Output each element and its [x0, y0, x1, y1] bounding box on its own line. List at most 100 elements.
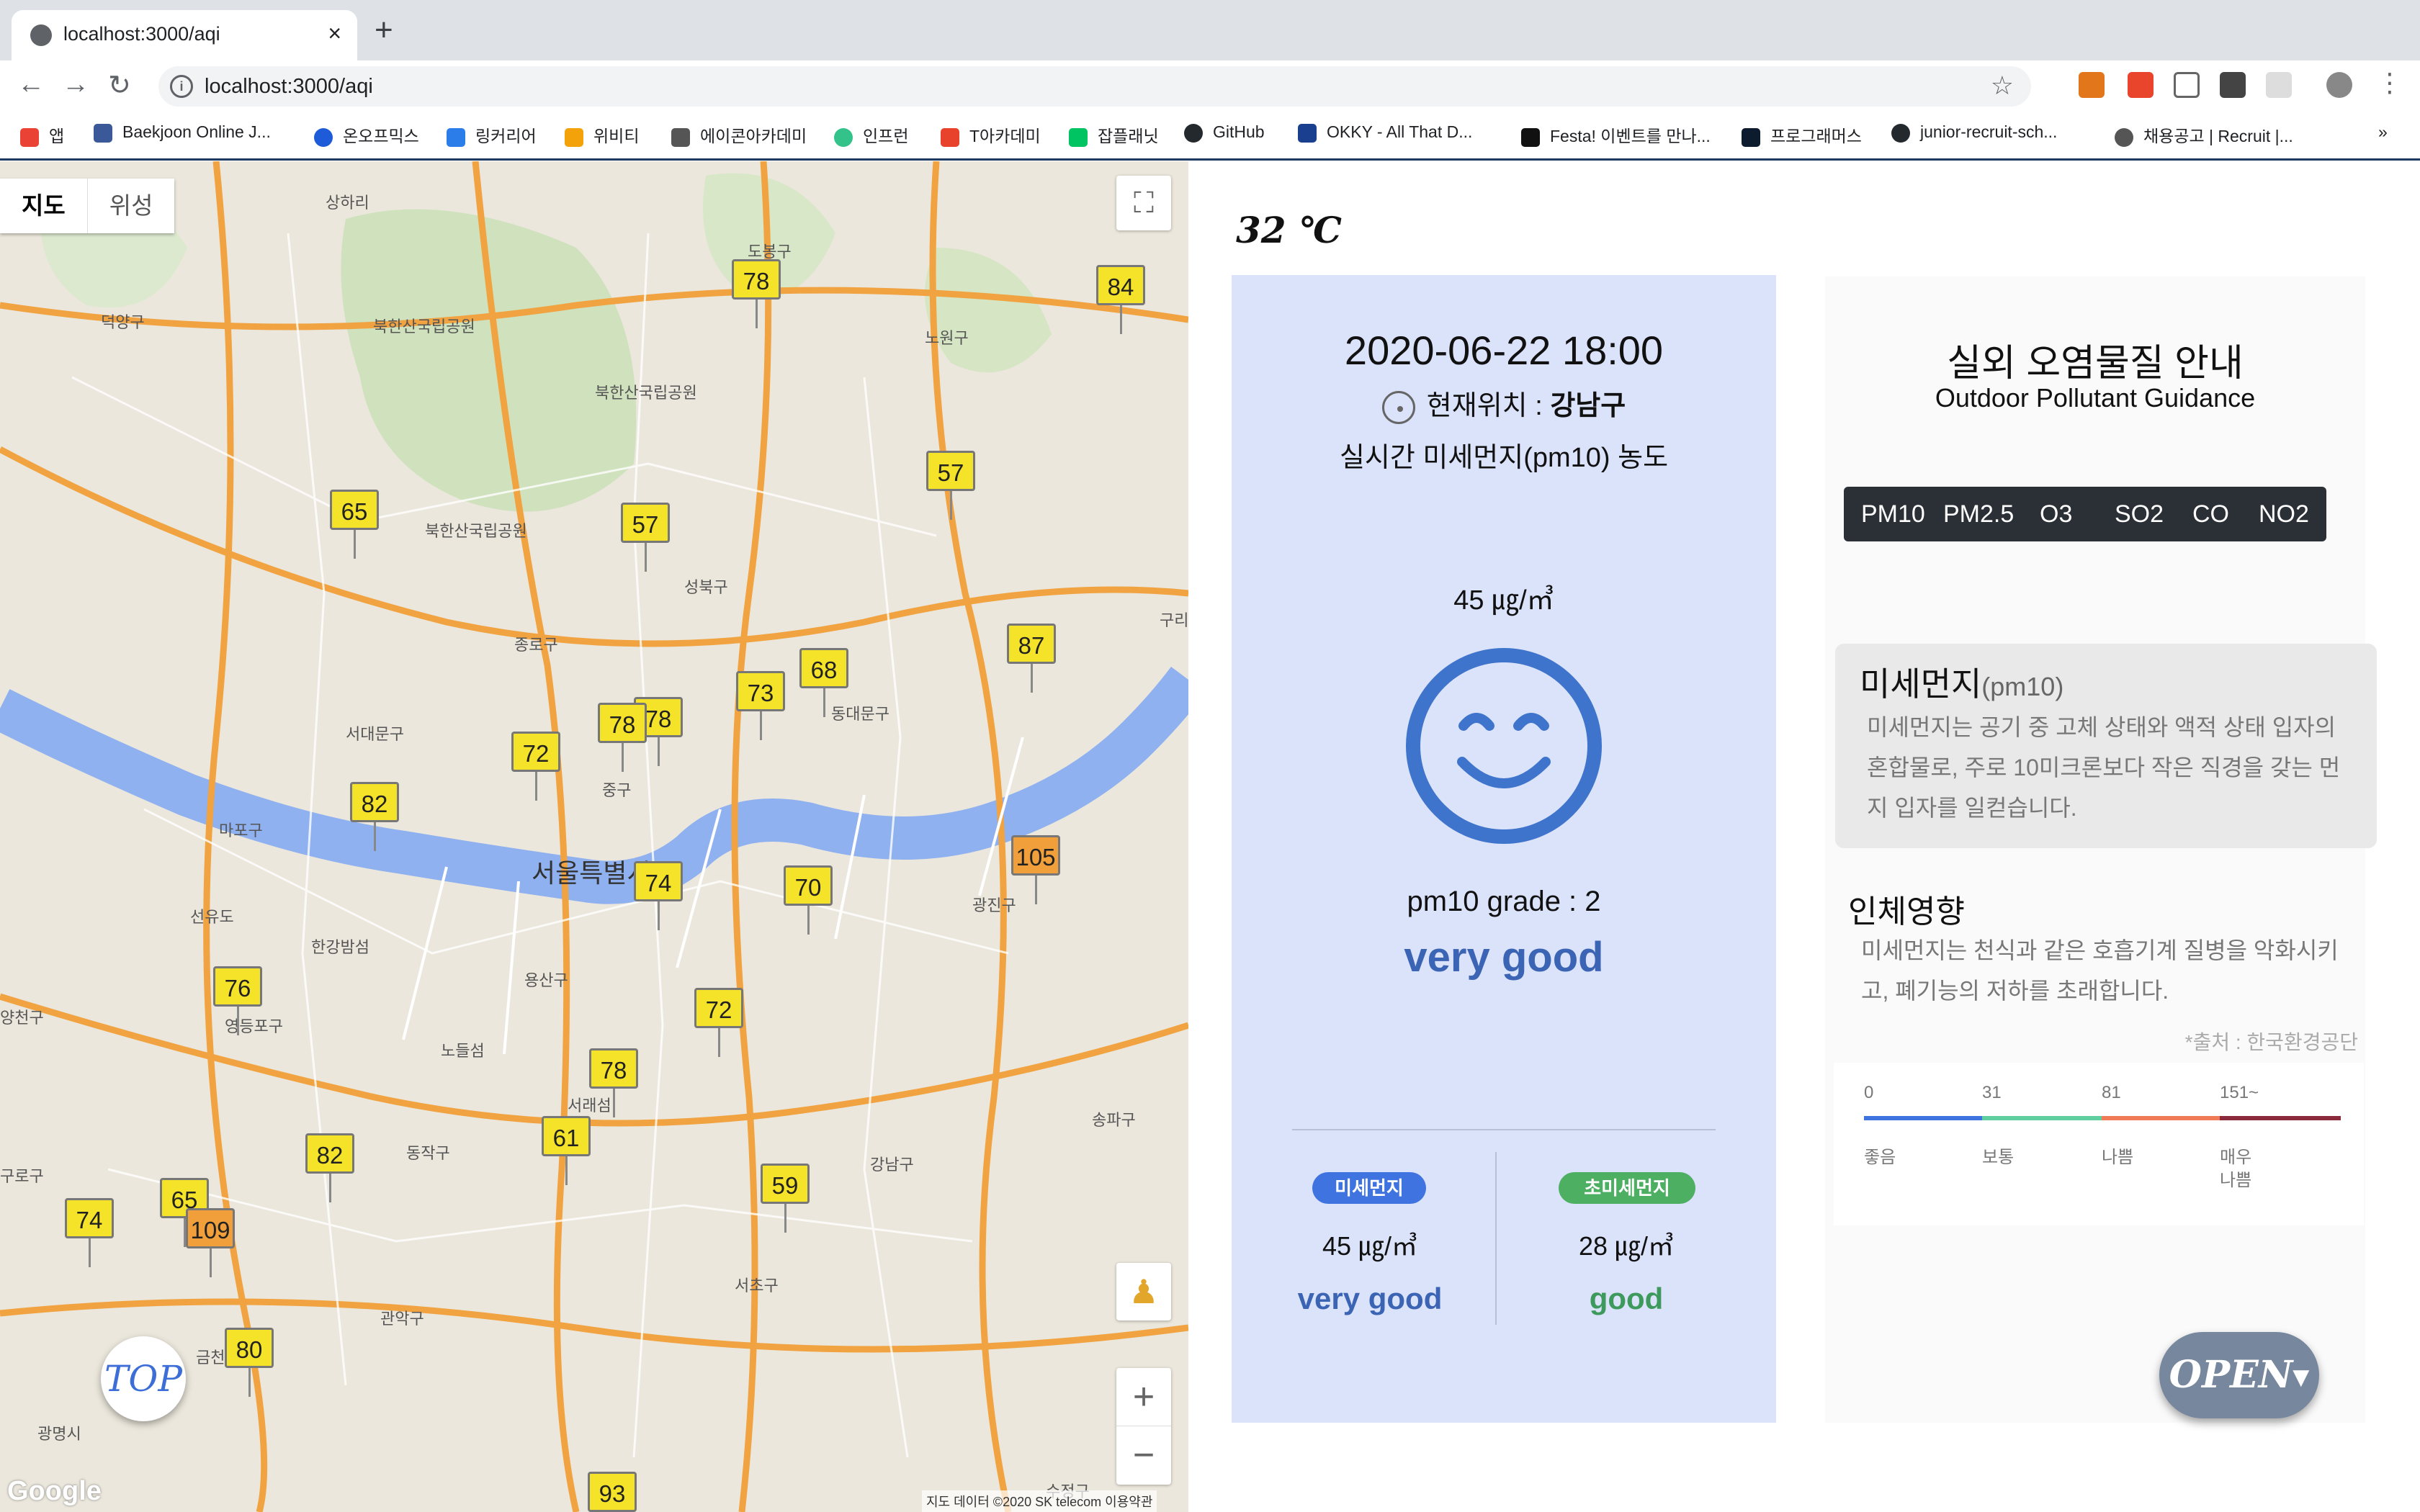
bookmark-item[interactable]: OKKY - All That D... — [1298, 122, 1472, 143]
aqi-marker[interactable]: 57 — [926, 451, 975, 520]
bookmark-item[interactable]: 온오프믹스 — [314, 122, 419, 147]
bookmark-item[interactable]: junior-recruit-sch... — [1891, 122, 2057, 143]
aqi-marker[interactable]: 84 — [1096, 265, 1145, 334]
guide-subtitle: Outdoor Pollutant Guidance — [1935, 383, 2256, 413]
scale-tick: 0 — [1864, 1083, 1874, 1102]
bookmark-item[interactable]: Festa! 이벤트를 만나... — [1521, 122, 1711, 147]
map-type-map[interactable]: 지도 — [0, 179, 87, 233]
bookmark-item[interactable]: T아카데미 — [941, 122, 1041, 147]
map-place-label: 한강밤섬 — [311, 938, 369, 956]
map-place-label: 광명시 — [37, 1425, 81, 1443]
aqi-marker[interactable]: 72 — [511, 732, 560, 801]
extension-icon[interactable] — [2128, 72, 2154, 98]
extension-icon[interactable] — [2220, 72, 2246, 98]
bookmark-item[interactable]: 프로그래머스 — [1742, 122, 1862, 147]
aqi-marker[interactable]: 87 — [1007, 624, 1056, 693]
tab-co[interactable]: CO — [2192, 487, 2229, 541]
close-tab-icon[interactable]: × — [328, 20, 341, 47]
aqi-scale: 0 31 81 151~ 좋음 보통 나쁨 매우 나쁨 — [1834, 1063, 2364, 1225]
map-place-label: 광진구 — [972, 896, 1016, 914]
bookmark-icon — [565, 127, 583, 147]
extension-icon[interactable] — [2266, 72, 2292, 98]
info-icon[interactable]: i — [170, 75, 193, 98]
realtime-label: 실시간 미세먼지(pm10) 농도 — [1339, 443, 1669, 473]
bookmark-item[interactable]: 잡플래닛 — [1069, 122, 1159, 147]
bookmark-item[interactable]: 인프런 — [834, 122, 908, 147]
gps-icon[interactable] — [1381, 390, 1415, 424]
aqi-marker[interactable]: 78 — [732, 259, 781, 328]
map-view[interactable]: 지도 위성 ⛶ ♟ + − 도봉구 노원구 덕양구 북한산국립공원 북한산국립공원… — [0, 161, 1188, 1512]
open-button[interactable]: OPEN▼ — [2159, 1332, 2319, 1418]
bookmark-item[interactable]: 에이콘아카데미 — [671, 122, 807, 147]
aqi-marker[interactable]: 82 — [305, 1133, 354, 1202]
browser-tab[interactable]: localhost:3000/aqi × — [12, 10, 357, 60]
profile-avatar[interactable] — [2326, 72, 2352, 98]
bookmark-icon — [1298, 123, 1317, 143]
aqi-marker[interactable]: 70 — [784, 865, 833, 935]
smiley-face-icon — [1406, 648, 1602, 844]
aqi-marker[interactable]: 73 — [736, 671, 785, 740]
map-place-label: 강남구 — [870, 1156, 914, 1174]
pegman-icon[interactable]: ♟ — [1116, 1263, 1171, 1320]
bookmark-icon — [1521, 127, 1540, 147]
address-bar[interactable]: i localhost:3000/aqi ☆ — [158, 66, 2031, 107]
url-text[interactable]: localhost:3000/aqi — [205, 75, 373, 99]
metamask-extension-icon[interactable] — [2079, 72, 2105, 98]
new-tab-button[interactable]: + — [375, 14, 393, 46]
aqi-marker[interactable]: 76 — [213, 966, 262, 1035]
aqi-marker[interactable]: 74 — [65, 1198, 114, 1267]
scale-label: 보통 — [1982, 1148, 2015, 1167]
aqi-marker[interactable]: 68 — [799, 648, 848, 717]
pm25-value: 28 ㎍/㎥ — [1578, 1231, 1675, 1261]
aqi-marker[interactable]: 57 — [621, 503, 670, 572]
bookmark-item[interactable]: 위비티 — [565, 122, 639, 147]
aqi-marker[interactable]: 105 — [1011, 835, 1060, 904]
bookmarks-overflow-icon[interactable]: » — [2378, 122, 2388, 142]
reload-icon[interactable]: ↻ — [108, 69, 131, 102]
health-description: 미세먼지는 천식과 같은 호흡기계 질병을 악화시키고, 폐기능의 저하를 초래… — [1861, 937, 2339, 1004]
tab-pm10[interactable]: PM10 — [1861, 487, 1925, 541]
aqi-marker[interactable]: 82 — [350, 782, 399, 851]
zoom-out-button[interactable]: − — [1116, 1426, 1171, 1484]
top-button[interactable]: TOP — [101, 1336, 186, 1421]
map-place-label: 마포구 — [219, 822, 263, 840]
aqi-marker[interactable]: 72 — [694, 988, 743, 1057]
bookmark-item[interactable]: 링커리어 — [447, 122, 537, 147]
map-place-label: 관악구 — [380, 1310, 424, 1328]
bookmark-apps[interactable]: 앱 — [20, 122, 64, 147]
aqi-marker[interactable]: 59 — [761, 1164, 810, 1233]
back-icon[interactable]: ← — [17, 69, 45, 100]
pm10-value: 45 ㎍/㎥ — [1322, 1231, 1418, 1261]
bookmark-item[interactable]: GitHub — [1184, 122, 1265, 143]
aqi-marker[interactable]: 80 — [225, 1328, 274, 1397]
map-place-label: 상하리 — [326, 194, 369, 212]
aqi-marker[interactable]: 61 — [542, 1116, 591, 1185]
menu-icon[interactable]: ⋮ — [2377, 68, 2403, 97]
bookmark-star-icon[interactable]: ☆ — [1991, 71, 2014, 101]
tab-pm25[interactable]: PM2.5 — [1943, 487, 2014, 541]
map-type-satellite[interactable]: 위성 — [86, 179, 175, 233]
map-type-toggle: 지도 위성 — [0, 179, 175, 233]
map-attribution[interactable]: 지도 데이터 ©2020 SK telecom 이용약관 — [922, 1490, 1157, 1512]
caret-down-icon: ▼ — [2293, 1364, 2310, 1390]
scale-label: 나쁨 — [2102, 1148, 2134, 1167]
map-place-label: 북한산국립공원 — [425, 522, 527, 540]
zoom-in-button[interactable]: + — [1116, 1368, 1171, 1426]
aqi-marker[interactable]: 78 — [598, 703, 647, 772]
bookmark-item[interactable]: 채용공고 | Recruit |... — [2115, 122, 2293, 147]
aqi-marker[interactable]: 74 — [634, 861, 683, 930]
fullscreen-icon[interactable]: ⛶ — [1116, 176, 1171, 230]
aqi-marker[interactable]: 93 — [588, 1472, 637, 1512]
scale-tick: 31 — [1982, 1083, 2002, 1102]
aqi-marker[interactable]: 65 — [330, 490, 379, 559]
bookmark-item[interactable]: Baekjoon Online J... — [94, 122, 271, 143]
forward-icon[interactable]: → — [62, 69, 89, 100]
tab-no2[interactable]: NO2 — [2259, 487, 2309, 541]
open-button-label: OPEN — [2169, 1353, 2293, 1397]
tab-so2[interactable]: SO2 — [2115, 487, 2164, 541]
extension-icon[interactable] — [2174, 72, 2200, 98]
aqi-marker[interactable]: 78 — [589, 1048, 638, 1117]
tab-o3[interactable]: O3 — [2040, 487, 2072, 541]
aqi-marker[interactable]: 109 — [186, 1208, 235, 1277]
map-place-label: 동대문구 — [831, 705, 889, 723]
